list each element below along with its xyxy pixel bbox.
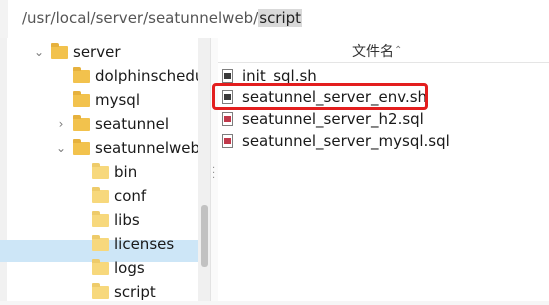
tree-item-label: bin bbox=[114, 163, 138, 181]
column-header-label: 文件名 bbox=[352, 44, 394, 60]
tree-item-label: script bbox=[114, 283, 156, 301]
address-segment-current[interactable]: script bbox=[258, 9, 303, 27]
file-name-label: seatunnel_server_mysql.sql bbox=[242, 132, 450, 150]
folder-icon bbox=[73, 115, 90, 131]
file-row-seatunnel_server_mysql.sql[interactable]: seatunnel_server_mysql.sql bbox=[222, 131, 542, 153]
folder-icon bbox=[92, 283, 109, 299]
sort-ascending-icon: ⌃ bbox=[394, 45, 403, 56]
folder-icon bbox=[92, 187, 109, 203]
tree-item-label: seatunnel bbox=[95, 115, 170, 133]
shell-script-icon bbox=[222, 69, 233, 83]
file-name-label: seatunnel_server_h2.sql bbox=[242, 110, 424, 128]
tree-item-label: libs bbox=[114, 211, 140, 229]
file-row-seatunnel_server_h2.sql[interactable]: seatunnel_server_h2.sql bbox=[222, 109, 542, 131]
tree-item-libs[interactable]: libs bbox=[0, 209, 198, 231]
column-header-name[interactable]: 文件名 ⌃ bbox=[218, 38, 549, 63]
folder-icon bbox=[92, 259, 109, 275]
tree-item-label: conf bbox=[114, 187, 147, 205]
folder-icon bbox=[92, 235, 109, 251]
tree-item-label: licenses bbox=[114, 235, 175, 253]
window-bottom-edge bbox=[0, 301, 549, 305]
tree-item-label: mysql bbox=[95, 91, 140, 109]
chevron-down-icon[interactable]: ⌄ bbox=[30, 41, 48, 63]
folder-icon bbox=[92, 211, 109, 227]
tree-item-server[interactable]: ⌄ server bbox=[0, 41, 198, 63]
folder-icon bbox=[73, 67, 90, 83]
folder-icon bbox=[73, 91, 90, 107]
chevron-right-icon[interactable]: › bbox=[52, 113, 70, 135]
tree-item-mysql[interactable]: mysql bbox=[0, 89, 198, 111]
highlight-annotation-box bbox=[212, 83, 428, 110]
tree-item-dolphinscheduler[interactable]: dolphinscheduler bbox=[0, 65, 224, 87]
tree-item-label: seatunnelweb bbox=[95, 139, 201, 157]
tree-item-script[interactable]: script bbox=[0, 281, 198, 303]
tree-item-seatunnel[interactable]: › seatunnel bbox=[0, 113, 198, 135]
tree-item-label: server bbox=[73, 43, 121, 61]
address-bar-edge bbox=[0, 0, 8, 38]
splitter-grip-icon[interactable]: · · · bbox=[212, 164, 216, 184]
tree-scrollbar-thumb[interactable] bbox=[201, 205, 208, 267]
address-bar[interactable]: /usr/local/server/seatunnelweb/script bbox=[0, 0, 549, 39]
folder-icon bbox=[73, 139, 90, 155]
tree-item-conf[interactable]: conf bbox=[0, 185, 198, 207]
sql-file-icon bbox=[222, 134, 233, 148]
folder-icon bbox=[51, 43, 68, 59]
address-path[interactable]: /usr/local/server/seatunnelweb/script bbox=[22, 9, 303, 27]
chevron-down-icon[interactable]: ⌄ bbox=[52, 137, 70, 159]
tree-item-logs[interactable]: logs bbox=[0, 257, 198, 279]
tree-item-bin[interactable]: bin bbox=[0, 161, 198, 183]
tree-item-seatunnelweb[interactable]: ⌄ seatunnelweb bbox=[0, 137, 201, 159]
tree-item-licenses[interactable]: licenses bbox=[0, 233, 198, 255]
sql-file-icon bbox=[222, 112, 233, 126]
folder-icon bbox=[92, 163, 109, 179]
tree-item-label: logs bbox=[114, 259, 145, 277]
address-segment-parent[interactable]: /usr/local/server/seatunnelweb/ bbox=[22, 9, 258, 27]
